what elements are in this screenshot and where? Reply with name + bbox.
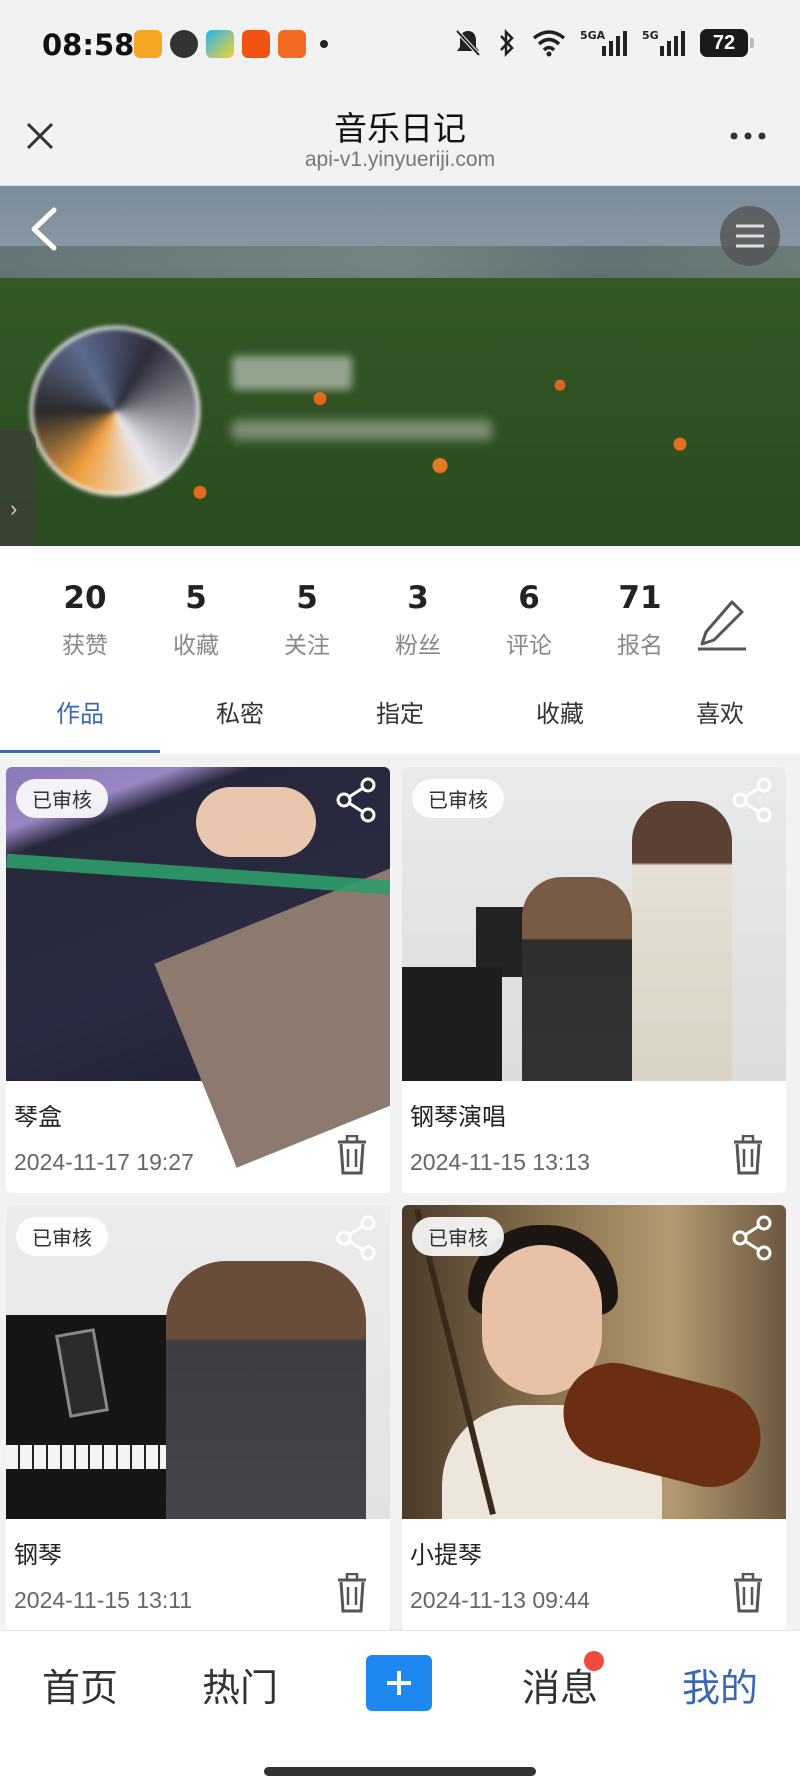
work-card[interactable]: 已审核 钢琴 2024-11-15 13:11 — [6, 1205, 390, 1631]
stat-value: 3 — [407, 580, 429, 616]
stat-label: 收藏 — [173, 632, 219, 658]
plus-icon — [387, 1671, 411, 1695]
work-title: 钢琴 — [14, 1542, 62, 1569]
share-icon[interactable] — [334, 777, 378, 823]
review-status-badge: 已审核 — [16, 779, 108, 818]
work-card[interactable]: 已审核 琴盒 2024-11-17 19:27 — [6, 767, 390, 1193]
video-app-icon — [206, 30, 234, 58]
back-arrow-icon[interactable] — [24, 204, 64, 254]
status-time: 08:58 — [42, 28, 135, 62]
stat-value: 6 — [518, 580, 540, 616]
stat-registrations[interactable]: 71 报名 — [595, 580, 685, 660]
stat-value: 5 — [296, 580, 318, 616]
bluetooth-icon — [500, 28, 514, 58]
username-blurred — [232, 356, 352, 390]
stat-comments[interactable]: 6 评论 — [484, 580, 574, 660]
stat-likes[interactable]: 20 获赞 — [40, 580, 130, 660]
signal-5g-icon: 5G — [642, 29, 685, 56]
tab-assigned[interactable]: 指定 — [320, 694, 480, 729]
page-url: api-v1.yinyueriji.com — [304, 148, 496, 171]
thumb-detail — [402, 967, 502, 1081]
more-notifications-dot — [320, 40, 328, 48]
thumb-detail — [522, 877, 632, 1081]
svg-text:5G: 5G — [642, 29, 659, 42]
tab-liked[interactable]: 喜欢 — [640, 694, 800, 729]
svg-text:5GA: 5GA — [580, 29, 606, 42]
taobao-icon — [242, 30, 270, 58]
wechat-icon — [170, 30, 198, 58]
delete-trash-icon[interactable] — [732, 1135, 764, 1175]
stat-followers[interactable]: 3 粉丝 — [373, 580, 463, 660]
system-icons: 5GA 5G 72 — [454, 28, 754, 58]
stat-label: 获赞 — [62, 632, 108, 658]
work-date: 2024-11-13 09:44 — [410, 1587, 590, 1613]
stat-value: 5 — [185, 580, 207, 616]
thumb-detail — [632, 801, 732, 1081]
content-tabs: 作品 私密 指定 收藏 喜欢 — [0, 666, 800, 754]
profile-menu-button[interactable] — [720, 206, 780, 266]
tab-works[interactable]: 作品 — [0, 694, 160, 729]
thumb-detail — [154, 866, 390, 1168]
stat-label: 报名 — [617, 632, 663, 658]
work-title: 钢琴演唱 — [410, 1104, 506, 1131]
delete-trash-icon[interactable] — [336, 1135, 368, 1175]
notification-icons — [134, 30, 328, 58]
nav-home[interactable]: 首页 — [20, 1657, 140, 1712]
tab-private[interactable]: 私密 — [160, 694, 320, 729]
active-tab-indicator — [0, 750, 160, 753]
page-title: 音乐日记 — [334, 110, 466, 147]
work-card[interactable]: 已审核 小提琴 2024-11-13 09:44 — [402, 1205, 786, 1631]
banner-skyline — [0, 246, 800, 280]
stat-label: 粉丝 — [395, 632, 441, 658]
share-icon[interactable] — [730, 777, 774, 823]
create-post-button[interactable] — [366, 1655, 432, 1711]
work-title: 小提琴 — [410, 1542, 482, 1569]
edit-pencil-icon[interactable] — [696, 596, 748, 652]
hamburger-icon — [736, 224, 764, 248]
avatar[interactable] — [30, 326, 200, 496]
user-info-blurred — [232, 420, 492, 440]
work-title: 琴盒 — [14, 1104, 62, 1131]
more-options-icon[interactable] — [728, 124, 768, 148]
mute-bell-icon — [455, 29, 481, 57]
wifi-icon — [532, 30, 566, 57]
chevron-right-icon: › — [10, 496, 18, 521]
review-status-badge: 已审核 — [16, 1217, 108, 1256]
stat-label: 关注 — [284, 632, 330, 658]
battery-icon: 72 — [700, 29, 754, 57]
thumb-detail — [6, 1445, 186, 1469]
work-date: 2024-11-17 19:27 — [14, 1149, 194, 1175]
delete-trash-icon[interactable] — [336, 1573, 368, 1613]
nav-me[interactable]: 我的 — [660, 1657, 780, 1712]
delete-trash-icon[interactable] — [732, 1573, 764, 1613]
home-indicator[interactable] — [264, 1767, 536, 1776]
profile-stats: 20 获赞 5 收藏 5 关注 3 粉丝 6 评论 71 报名 — [0, 546, 800, 666]
unread-dot — [584, 1651, 604, 1671]
app-notification-icon — [134, 30, 162, 58]
profile-banner — [0, 186, 800, 546]
share-icon[interactable] — [730, 1215, 774, 1261]
signal-5ga-icon: 5GA — [580, 29, 627, 56]
stat-value: 20 — [63, 580, 107, 616]
thumb-detail — [166, 1261, 366, 1519]
bottom-navigation: 首页 热门 消息 我的 — [0, 1630, 800, 1789]
stat-favorites[interactable]: 5 收藏 — [151, 580, 241, 660]
tab-favorites[interactable]: 收藏 — [480, 694, 640, 729]
shopping-app-icon — [278, 30, 306, 58]
nav-trending[interactable]: 热门 — [180, 1657, 300, 1712]
stat-label: 评论 — [506, 632, 552, 658]
work-card[interactable]: 已审核 钢琴演唱 2024-11-15 13:13 — [402, 767, 786, 1193]
work-date: 2024-11-15 13:11 — [14, 1587, 193, 1613]
share-icon[interactable] — [334, 1215, 378, 1261]
thumb-detail — [6, 853, 390, 895]
review-status-badge: 已审核 — [412, 1217, 504, 1256]
title-bar: 音乐日记 api-v1.yinyueriji.com — [0, 92, 800, 186]
review-status-badge: 已审核 — [412, 779, 504, 818]
status-bar: 08:58 5GA 5G 72 — [0, 0, 800, 92]
stat-following[interactable]: 5 关注 — [262, 580, 352, 660]
thumb-detail — [196, 787, 316, 857]
work-date: 2024-11-15 13:13 — [410, 1149, 590, 1175]
stat-value: 71 — [618, 580, 662, 616]
